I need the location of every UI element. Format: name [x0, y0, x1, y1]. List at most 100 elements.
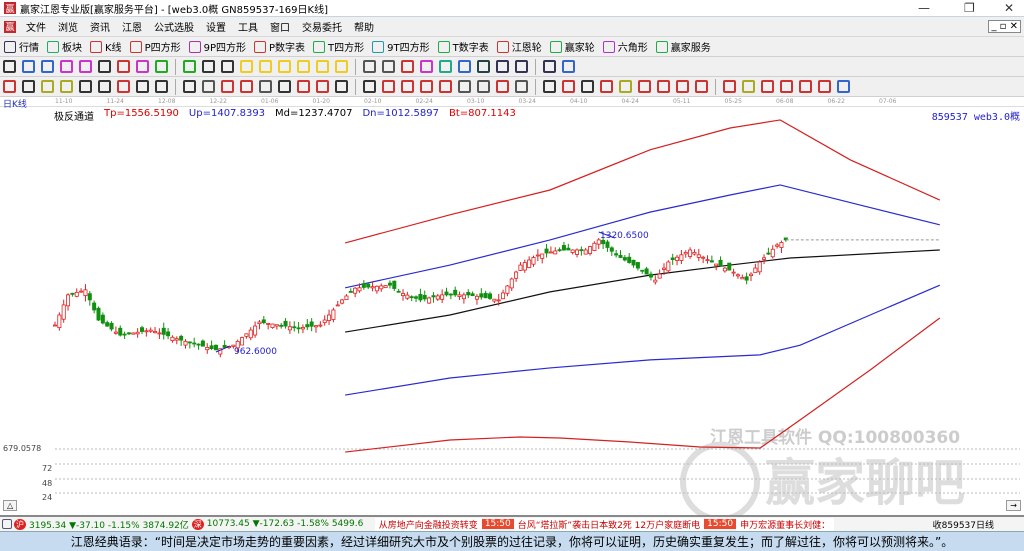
tool-icon[interactable]	[278, 80, 291, 93]
tool-icon[interactable]	[183, 80, 196, 93]
tool-icon[interactable]	[22, 80, 35, 93]
toolbar-button[interactable]: 9P四方形	[185, 39, 250, 54]
tool-icon[interactable]	[818, 80, 831, 93]
tool-icon[interactable]	[515, 60, 528, 73]
toolbar-button[interactable]: 赢家服务	[652, 39, 715, 54]
tool-icon[interactable]	[515, 80, 528, 93]
tool-icon[interactable]	[79, 60, 92, 73]
tool-icon[interactable]	[155, 80, 168, 93]
tool-icon[interactable]	[98, 60, 111, 73]
news-item[interactable]: 台风“塔拉斯”袭击日本致2死 12万户家庭断电	[513, 517, 705, 531]
toolbar-button[interactable]: T数字表	[434, 39, 493, 54]
menu-item[interactable]: 交易委托	[296, 19, 348, 34]
tool-icon[interactable]	[363, 60, 376, 73]
tool-icon[interactable]	[477, 80, 490, 93]
tool-icon[interactable]	[22, 60, 35, 73]
tool-icon[interactable]	[60, 80, 73, 93]
kline-chart[interactable]: 极反通道 Tp=1556.5190 Up=1407.8393 Md=1237.4…	[0, 107, 1024, 522]
menu-item[interactable]: 公式选股	[148, 19, 200, 34]
tool-icon[interactable]	[458, 80, 471, 93]
tool-icon[interactable]	[117, 80, 130, 93]
tool-icon[interactable]	[382, 60, 395, 73]
tool-icon[interactable]	[297, 60, 310, 73]
tool-icon[interactable]	[136, 60, 149, 73]
tool-icon[interactable]	[638, 80, 651, 93]
tool-icon[interactable]	[3, 80, 16, 93]
tool-icon[interactable]	[742, 80, 755, 93]
tool-icon[interactable]	[543, 80, 556, 93]
tool-icon[interactable]	[297, 80, 310, 93]
tool-icon[interactable]	[439, 80, 452, 93]
tool-icon[interactable]	[562, 60, 575, 73]
sh-index[interactable]: 3195.34 ▼-37.10 -1.15% 3874.92亿	[29, 518, 189, 531]
menu-item[interactable]: 江恩	[116, 19, 148, 34]
tool-icon[interactable]	[136, 80, 149, 93]
toolbar-button[interactable]: 赢家轮	[546, 39, 599, 54]
tool-icon[interactable]	[382, 80, 395, 93]
tool-icon[interactable]	[278, 60, 291, 73]
tool-icon[interactable]	[117, 60, 130, 73]
tool-icon[interactable]	[761, 80, 774, 93]
tool-icon[interactable]	[439, 60, 452, 73]
tool-icon[interactable]	[837, 80, 850, 93]
tool-icon[interactable]	[799, 80, 812, 93]
tool-icon[interactable]	[60, 60, 73, 73]
tool-icon[interactable]	[401, 80, 414, 93]
sz-index[interactable]: 10773.45 ▼-172.63 -1.58% 5499.6	[207, 519, 372, 529]
tool-icon[interactable]	[363, 80, 376, 93]
toolbar-button[interactable]: 六角形	[599, 39, 652, 54]
tool-icon[interactable]	[581, 80, 594, 93]
tool-icon[interactable]	[202, 60, 215, 73]
tool-icon[interactable]	[41, 80, 54, 93]
toolbar-button[interactable]: P数字表	[250, 39, 309, 54]
news-item[interactable]: 申万宏源董事长刘健：	[736, 517, 835, 531]
tool-icon[interactable]	[695, 80, 708, 93]
tool-icon[interactable]	[676, 80, 689, 93]
tool-icon[interactable]	[619, 80, 632, 93]
tool-icon[interactable]	[3, 60, 16, 73]
toolbar-button[interactable]: 江恩轮	[493, 39, 546, 54]
tool-icon[interactable]	[221, 60, 234, 73]
toolbar-button[interactable]: T四方形	[309, 39, 368, 54]
tool-icon[interactable]	[477, 60, 490, 73]
tool-icon[interactable]	[401, 60, 414, 73]
minimize-button[interactable]: —	[918, 1, 930, 15]
toolbar-button[interactable]: 行情	[0, 39, 43, 54]
grid-icon[interactable]	[2, 519, 12, 529]
toolbar-button[interactable]: 板块	[43, 39, 86, 54]
tool-icon[interactable]	[259, 80, 272, 93]
tool-icon[interactable]	[259, 60, 272, 73]
tool-icon[interactable]	[543, 60, 556, 73]
menu-item[interactable]: 窗口	[264, 19, 296, 34]
menu-item[interactable]: 资讯	[84, 19, 116, 34]
tool-icon[interactable]	[420, 60, 433, 73]
tool-icon[interactable]	[496, 60, 509, 73]
tool-icon[interactable]	[316, 80, 329, 93]
tool-icon[interactable]	[221, 80, 234, 93]
tool-icon[interactable]	[98, 80, 111, 93]
close-button[interactable]: ✕	[1004, 1, 1014, 15]
tool-icon[interactable]	[155, 60, 168, 73]
tool-icon[interactable]	[41, 60, 54, 73]
expand-button[interactable]: △	[3, 500, 18, 511]
toolbar-button[interactable]: K线	[86, 39, 126, 54]
maximize-button[interactable]: ❐	[964, 1, 975, 15]
tool-icon[interactable]	[420, 80, 433, 93]
toolbar-button[interactable]: P四方形	[126, 39, 185, 54]
tool-icon[interactable]	[335, 80, 348, 93]
tool-icon[interactable]	[335, 60, 348, 73]
tool-icon[interactable]	[183, 60, 196, 73]
tool-icon[interactable]	[562, 80, 575, 93]
tool-icon[interactable]	[496, 80, 509, 93]
tool-icon[interactable]	[600, 80, 613, 93]
tool-icon[interactable]	[79, 80, 92, 93]
tool-icon[interactable]	[723, 80, 736, 93]
tool-icon[interactable]	[202, 80, 215, 93]
menu-item[interactable]: 工具	[232, 19, 264, 34]
menu-item[interactable]: 设置	[200, 19, 232, 34]
mdi-window-controls[interactable]: _ ▫ ✕	[988, 20, 1021, 33]
menu-item[interactable]: 浏览	[52, 19, 84, 34]
toolbar-button[interactable]: 9T四方形	[368, 39, 433, 54]
news-item[interactable]: 从房地产向金融投资转变	[374, 517, 482, 531]
tool-icon[interactable]	[458, 60, 471, 73]
